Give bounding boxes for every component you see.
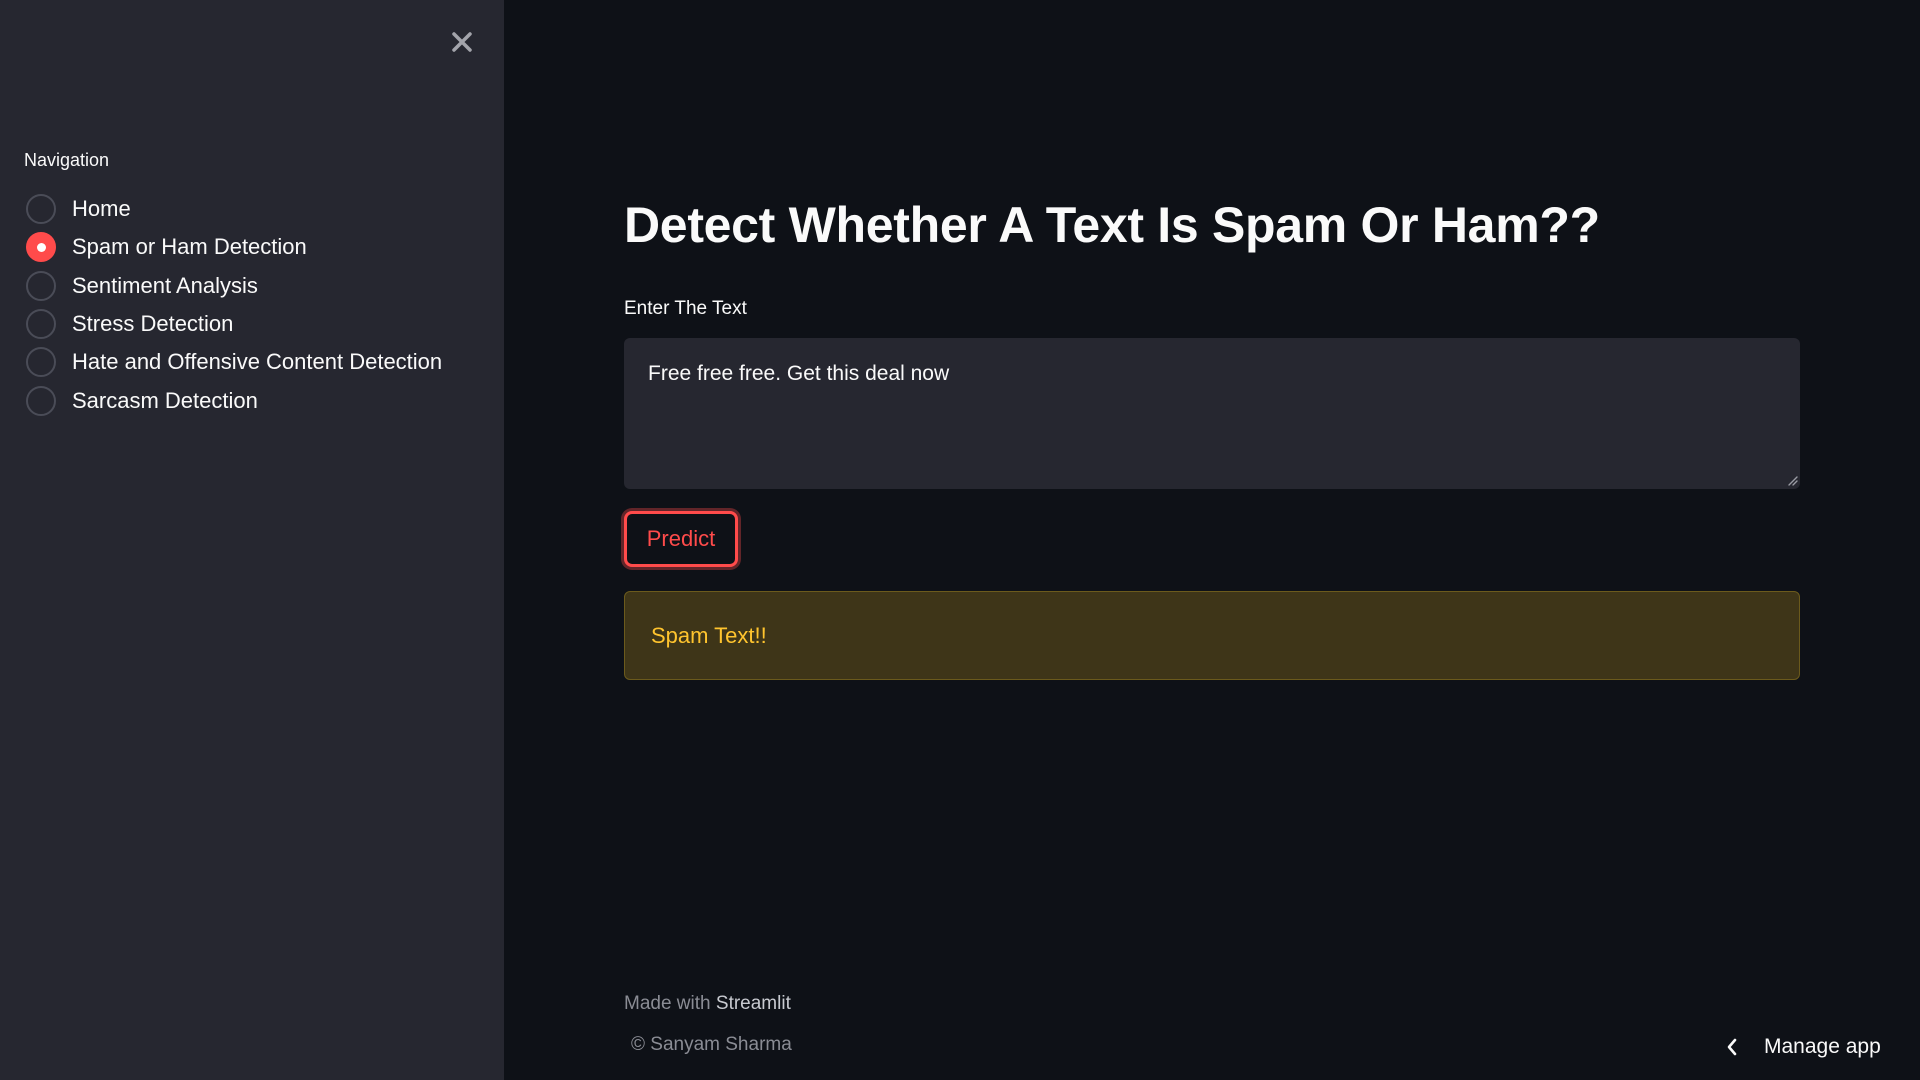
nav-item-label: Home (72, 196, 131, 222)
sidebar: Navigation Home Spam or Ham Detection Se… (0, 0, 504, 1080)
nav-item-sentiment-analysis[interactable]: Sentiment Analysis (26, 267, 442, 305)
result-text: Spam Text!! (651, 622, 767, 648)
chevron-left-icon (1722, 1037, 1742, 1057)
nav-item-stress-detection[interactable]: Stress Detection (26, 305, 442, 343)
manage-app-label: Manage app (1764, 1035, 1881, 1058)
footer-made-with: Made with Streamlit (624, 993, 791, 1015)
navigation-label: Navigation (24, 150, 110, 170)
close-sidebar-button[interactable] (446, 26, 478, 58)
manage-app-button[interactable]: Manage app (1722, 1032, 1881, 1062)
main-content: Detect Whether A Text Is Spam Or Ham?? E… (504, 0, 1920, 1080)
close-icon (452, 32, 472, 52)
nav-item-sarcasm-detection[interactable]: Sarcasm Detection (26, 381, 442, 419)
radio-button[interactable] (26, 270, 56, 301)
nav-item-hate-and-offensive-content-detection[interactable]: Hate and Offensive Content Detection (26, 343, 442, 381)
nav-item-label: Sarcasm Detection (72, 387, 258, 413)
page-title: Detect Whether A Text Is Spam Or Ham?? (624, 197, 1600, 253)
nav-item-spam-or-ham-detection[interactable]: Spam or Ham Detection (26, 228, 442, 266)
predict-button[interactable]: Predict (624, 511, 738, 567)
streamlit-link[interactable]: Streamlit (716, 993, 791, 1014)
radio-button-selected[interactable] (26, 232, 56, 263)
made-with-text: Made with (624, 993, 711, 1014)
text-input-label: Enter The Text (624, 298, 747, 319)
nav-item-label: Sentiment Analysis (72, 272, 258, 298)
nav-item-label: Stress Detection (72, 311, 234, 337)
nav-item-label: Spam or Ham Detection (72, 234, 307, 260)
radio-button[interactable] (26, 194, 56, 225)
result-warning-alert: Spam Text!! (624, 591, 1800, 680)
footer-copyright: © Sanyam Sharma (631, 1034, 792, 1055)
nav-item-label: Hate and Offensive Content Detection (72, 349, 443, 375)
resize-handle-icon[interactable] (1786, 474, 1798, 486)
nav-item-home[interactable]: Home (26, 190, 442, 228)
radio-button[interactable] (26, 347, 56, 378)
text-input[interactable]: Free free free. Get this deal now (624, 338, 1800, 489)
radio-button[interactable] (26, 309, 56, 340)
radio-button[interactable] (26, 385, 56, 416)
navigation-radio-group: Home Spam or Ham Detection Sentiment Ana… (26, 190, 442, 420)
app-root: Navigation Home Spam or Ham Detection Se… (0, 0, 1920, 1080)
